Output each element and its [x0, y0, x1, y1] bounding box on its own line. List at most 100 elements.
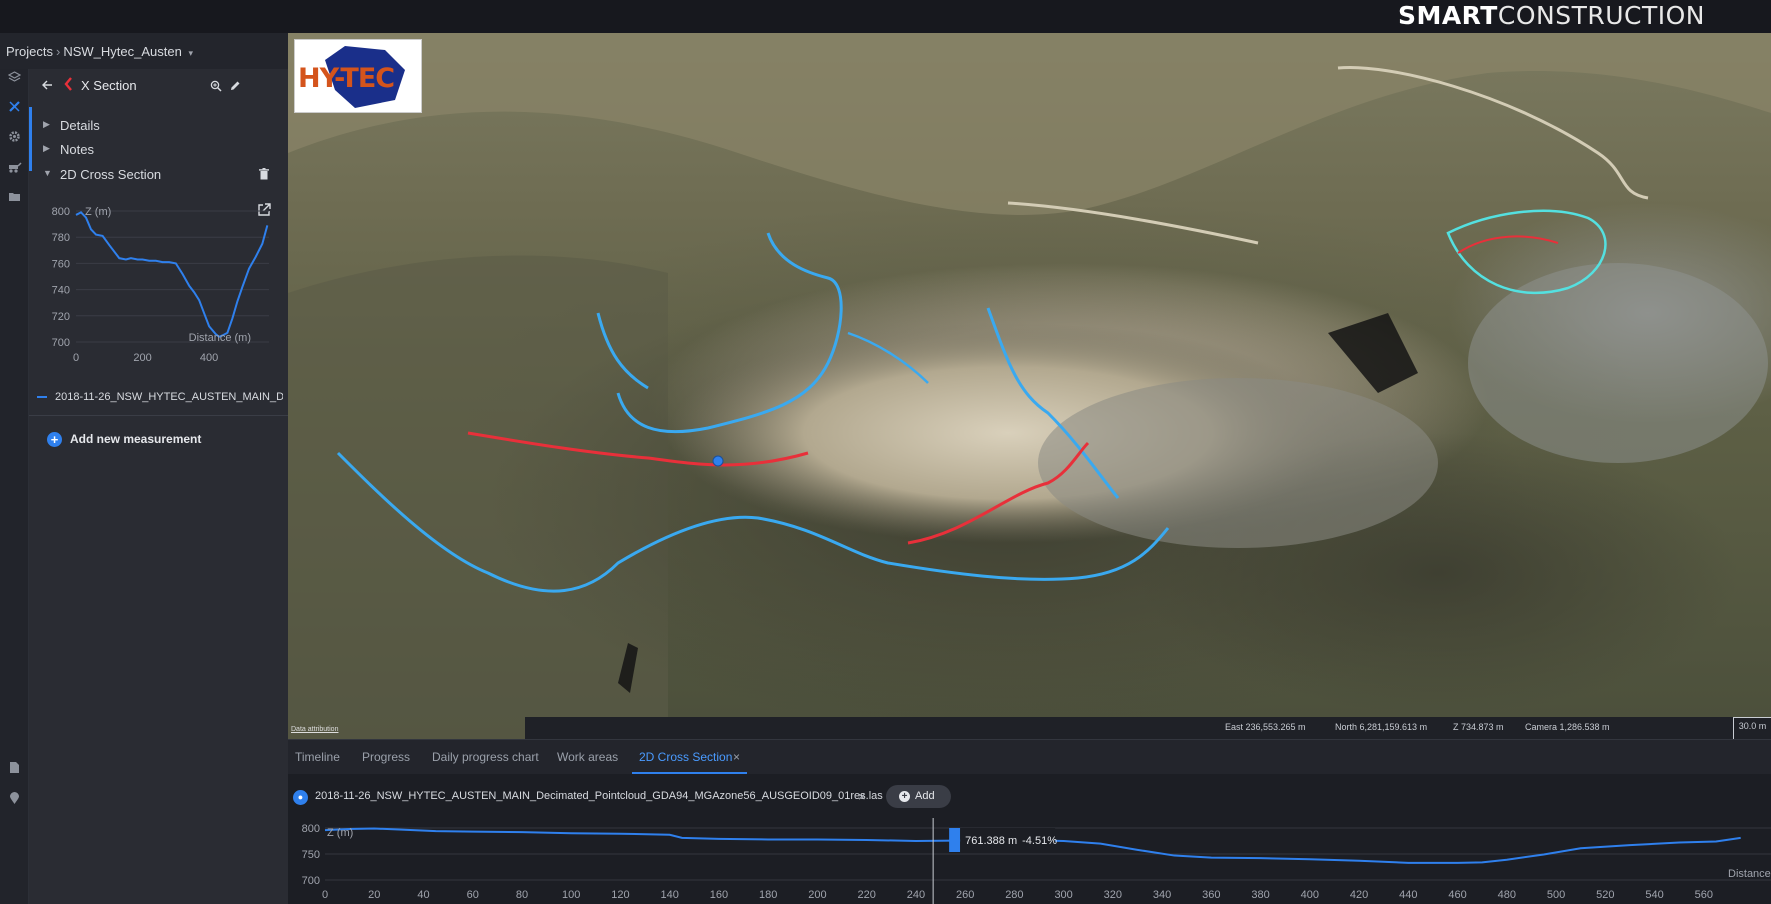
scale-label: 30.0 m: [1738, 721, 1767, 731]
breadcrumb-project[interactable]: NSW_Hytec_Austen: [63, 44, 182, 59]
machine-icon[interactable]: [4, 156, 25, 177]
terrain-render: [288, 33, 1771, 739]
x-tick-label: 460: [1448, 889, 1466, 901]
3d-viewport[interactable]: HY-TEC Data attribution East 236,553.265…: [288, 33, 1771, 739]
remove-file-icon[interactable]: ×: [858, 789, 866, 804]
x-tick-label: 80: [516, 889, 528, 901]
x-tick-label: 340: [1153, 889, 1171, 901]
bottom-tabs: Timeline Progress Daily progress chart W…: [288, 739, 1771, 775]
caret-right-icon: ▶: [43, 119, 50, 129]
add-measurement-label: Add new measurement: [70, 432, 202, 446]
section-details-label: Details: [60, 118, 100, 133]
hytec-logo: HY-TEC: [294, 39, 422, 113]
x-tick-label: 280: [1005, 889, 1023, 901]
series-line: [75, 211, 269, 338]
x-tick-label: 140: [661, 889, 679, 901]
east-coordinate: East 236,553.265 m: [1225, 722, 1306, 732]
legend-item[interactable]: 2018-11-26_NSW_HYTEC_AUSTEN_MAIN_D...: [29, 385, 288, 411]
gear-icon[interactable]: [4, 126, 25, 147]
readout-slope: -4.51%: [1022, 835, 1057, 847]
pencil-icon[interactable]: [229, 79, 241, 97]
x-tick-label: 200: [133, 352, 151, 364]
cross-section-icon: [63, 77, 75, 96]
y-axis-label: Z (m): [85, 206, 111, 218]
add-measurement-button[interactable]: + Add new measurement: [47, 432, 201, 452]
side-panel: Projects › NSW_Hytec_Austen ▾ X Section ▶ …: [0, 33, 288, 904]
arrow-left-icon[interactable]: [41, 78, 53, 96]
tab-2d-cross-section[interactable]: 2D Cross Section: [639, 750, 732, 764]
y-tick-label: 750: [302, 849, 320, 861]
x-tick-label: 240: [907, 889, 925, 901]
section-2d-cross-section-label: 2D Cross Section: [60, 167, 162, 182]
x-tick-label: 120: [611, 889, 629, 901]
x-tick-label: 540: [1645, 889, 1663, 901]
pointcloud-icon: ●: [293, 790, 308, 805]
x-tick-label: 300: [1054, 889, 1072, 901]
cursor-handle: [949, 828, 961, 852]
panel-title: X Section: [81, 78, 137, 93]
readout-value: 761.388 m: [965, 835, 1017, 847]
x-tick-label: 180: [759, 889, 777, 901]
y-tick-label: 800: [52, 206, 70, 218]
caret-right-icon: ▶: [43, 143, 50, 153]
zoom-icon[interactable]: [210, 79, 222, 97]
folder-icon[interactable]: [4, 186, 25, 207]
measure-tools-icon[interactable]: [4, 96, 25, 117]
legend-label: 2018-11-26_NSW_HYTEC_AUSTEN_MAIN_D...: [55, 391, 283, 403]
x-tick-label: 400: [200, 352, 218, 364]
x-tick-label: 480: [1498, 889, 1516, 901]
breadcrumb-projects[interactable]: Projects: [6, 44, 53, 59]
plus-icon: +: [899, 791, 910, 802]
y-tick-label: 760: [52, 258, 70, 270]
legend-swatch: [37, 396, 47, 398]
logo-text: HY-TEC: [298, 63, 395, 94]
x-tick-label: 440: [1399, 889, 1417, 901]
x-tick-label: 420: [1350, 889, 1368, 901]
x-tick-label: 520: [1596, 889, 1614, 901]
x-tick-label: 220: [857, 889, 875, 901]
x-tick-label: 0: [322, 889, 328, 901]
mini-cross-section-chart[interactable]: 700 720 740 760 780 800 0 200 400 Z (m) Distance (…: [29, 199, 288, 384]
tab-work-areas[interactable]: Work areas: [557, 750, 618, 764]
section-notes[interactable]: ▶ Notes: [29, 138, 288, 162]
y-axis-label: Z (m): [327, 827, 353, 839]
caret-down-icon: ▼: [43, 168, 52, 178]
trash-icon[interactable]: [259, 168, 269, 183]
camera-distance: Camera 1,286.538 m: [1525, 722, 1610, 732]
y-tick-label: 700: [52, 337, 70, 349]
cross-section-profile-chart[interactable]: 700 750 800 0 20 40 60 80 100 120 140 160 180 200 220 2…: [288, 818, 1771, 904]
tab-progress[interactable]: Progress: [362, 750, 410, 764]
chevron-right-icon: ›: [55, 44, 61, 59]
data-attribution-link[interactable]: Data attribution: [291, 726, 338, 733]
add-button[interactable]: + Add: [886, 785, 951, 808]
brand-logo: SMARTCONSTRUCTION: [1397, 1, 1705, 30]
breadcrumb: Projects › NSW_Hytec_Austen ▾: [0, 33, 288, 69]
y-tick-label: 780: [52, 232, 70, 244]
section-2d-cross-section[interactable]: ▼ 2D Cross Section: [29, 163, 288, 187]
x-tick-label: 20: [368, 889, 380, 901]
file-name: 2018-11-26_NSW_HYTEC_AUSTEN_MAIN_Decimat…: [315, 790, 883, 802]
section-details[interactable]: ▶ Details: [29, 114, 288, 138]
x-tick-label: 380: [1251, 889, 1269, 901]
chevron-down-icon[interactable]: ▾: [188, 48, 193, 58]
x-tick-label: 160: [710, 889, 728, 901]
layers-icon[interactable]: [4, 67, 25, 88]
map-pin-icon[interactable]: [4, 788, 25, 809]
document-icon[interactable]: [4, 757, 25, 778]
x-tick-label: 200: [808, 889, 826, 901]
x-axis-label: Distance (m): [189, 332, 251, 344]
x-tick-label: 500: [1547, 889, 1565, 901]
z-coordinate: Z 734.873 m: [1453, 722, 1504, 732]
add-button-label: Add: [915, 790, 935, 802]
x-tick-label: 360: [1202, 889, 1220, 901]
divider: [29, 415, 288, 416]
tab-timeline[interactable]: Timeline: [295, 750, 340, 764]
x-tick-label: 400: [1301, 889, 1319, 901]
scale-bar: 30.0 m: [1733, 717, 1771, 739]
north-coordinate: North 6,281,159.613 m: [1335, 722, 1428, 732]
x-tick-label: 260: [956, 889, 974, 901]
close-icon[interactable]: ×: [733, 750, 740, 764]
y-tick-label: 700: [302, 875, 320, 887]
tab-daily-progress-chart[interactable]: Daily progress chart: [432, 750, 539, 764]
y-tick-label: 720: [52, 311, 70, 323]
